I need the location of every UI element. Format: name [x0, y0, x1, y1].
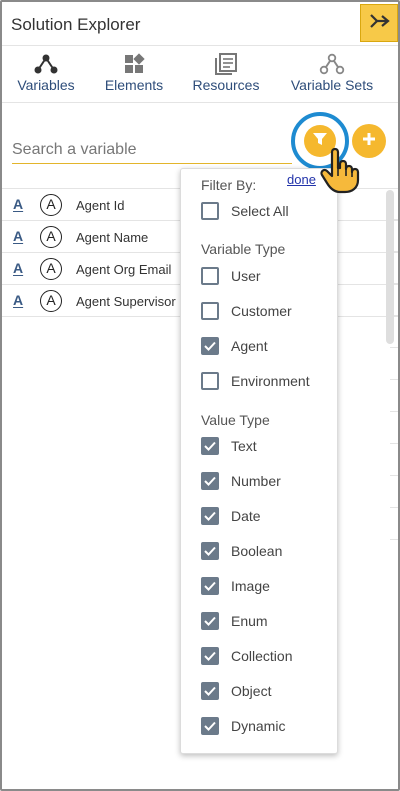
select-all-option[interactable]: Select All	[201, 200, 289, 222]
agent-variable-icon: A	[40, 226, 62, 248]
option-label: Dynamic	[231, 718, 286, 734]
panel-title: Solution Explorer	[11, 15, 141, 34]
checkbox[interactable]	[201, 577, 219, 595]
value-type-option-text[interactable]: Text	[201, 435, 257, 457]
text-type-icon: A	[13, 292, 24, 308]
option-label: Object	[231, 683, 272, 699]
variable-type-option-user[interactable]: User	[201, 265, 261, 287]
checkbox[interactable]	[201, 372, 219, 390]
agent-variable-icon: A	[40, 290, 62, 312]
text-type-icon: A	[13, 228, 24, 244]
variable-name: Agent Id	[76, 198, 125, 213]
value-type-heading: Value Type	[201, 412, 270, 428]
tab-variable-sets[interactable]: Variable Sets	[288, 47, 376, 103]
option-label: Enum	[231, 613, 268, 629]
tab-label: Variables	[17, 77, 75, 93]
checkbox[interactable]	[201, 337, 219, 355]
done-link[interactable]: done	[287, 172, 316, 187]
tab-bar: Variables Elements Resources Variable Se…	[2, 47, 398, 103]
elements-icon	[123, 53, 145, 75]
checkbox[interactable]	[201, 682, 219, 700]
option-label: Agent	[231, 338, 268, 354]
option-label: Number	[231, 473, 281, 489]
checkbox[interactable]	[201, 647, 219, 665]
value-type-option-dynamic[interactable]: Dynamic	[201, 715, 285, 737]
variable-type-option-environment[interactable]: Environment	[201, 370, 310, 392]
agent-variable-icon: A	[40, 258, 62, 280]
variables-icon	[33, 53, 59, 75]
search-input[interactable]	[12, 138, 292, 162]
checkbox[interactable]	[201, 267, 219, 285]
collapse-button[interactable]	[360, 4, 398, 42]
value-type-option-collection[interactable]: Collection	[201, 645, 292, 667]
value-type-option-image[interactable]: Image	[201, 575, 270, 597]
double-chevron-right-icon	[368, 13, 390, 34]
checkbox[interactable]	[201, 302, 219, 320]
option-label: User	[231, 268, 261, 284]
value-type-option-enum[interactable]: Enum	[201, 610, 268, 632]
checkbox[interactable]	[201, 717, 219, 735]
agent-variable-icon: A	[40, 194, 62, 216]
tab-elements[interactable]: Elements	[102, 47, 166, 103]
checkbox[interactable]	[201, 202, 219, 220]
tab-label: Resources	[192, 77, 260, 93]
text-type-icon: A	[13, 260, 24, 276]
filter-dropdown: Filter By: Select All Variable Type User…	[180, 168, 338, 754]
value-type-option-number[interactable]: Number	[201, 470, 281, 492]
option-label: Text	[231, 438, 257, 454]
checkbox[interactable]	[201, 507, 219, 525]
checkbox[interactable]	[201, 437, 219, 455]
pointing-hand-icon	[318, 146, 362, 194]
option-label: Select All	[231, 203, 289, 219]
variable-type-option-agent[interactable]: Agent	[201, 335, 268, 357]
option-label: Date	[231, 508, 261, 524]
option-label: Image	[231, 578, 270, 594]
text-type-icon: A	[13, 196, 24, 212]
tab-variables[interactable]: Variables	[14, 47, 78, 103]
plus-icon	[361, 131, 377, 152]
value-type-option-object[interactable]: Object	[201, 680, 271, 702]
scrollbar[interactable]	[386, 190, 394, 344]
value-type-option-date[interactable]: Date	[201, 505, 261, 527]
option-label: Customer	[231, 303, 292, 319]
variable-name: Agent Org Email	[76, 262, 172, 277]
variable-sets-icon	[319, 53, 345, 75]
resources-icon	[214, 53, 238, 75]
variable-type-heading: Variable Type	[201, 241, 286, 257]
header: Solution Explorer	[2, 2, 398, 46]
option-label: Boolean	[231, 543, 283, 559]
variable-name: Agent Name	[76, 230, 149, 245]
checkbox[interactable]	[201, 542, 219, 560]
tab-label: Variable Sets	[290, 77, 374, 93]
checkbox[interactable]	[201, 472, 219, 490]
variable-type-option-customer[interactable]: Customer	[201, 300, 292, 322]
tab-resources[interactable]: Resources	[190, 47, 262, 103]
search-field	[12, 138, 292, 164]
checkbox[interactable]	[201, 612, 219, 630]
value-type-option-boolean[interactable]: Boolean	[201, 540, 282, 562]
variable-name: Agent Supervisor	[76, 294, 176, 309]
option-label: Environment	[231, 373, 310, 389]
filter-by-heading: Filter By:	[201, 177, 257, 193]
tab-label: Elements	[104, 77, 164, 93]
option-label: Collection	[231, 648, 293, 664]
